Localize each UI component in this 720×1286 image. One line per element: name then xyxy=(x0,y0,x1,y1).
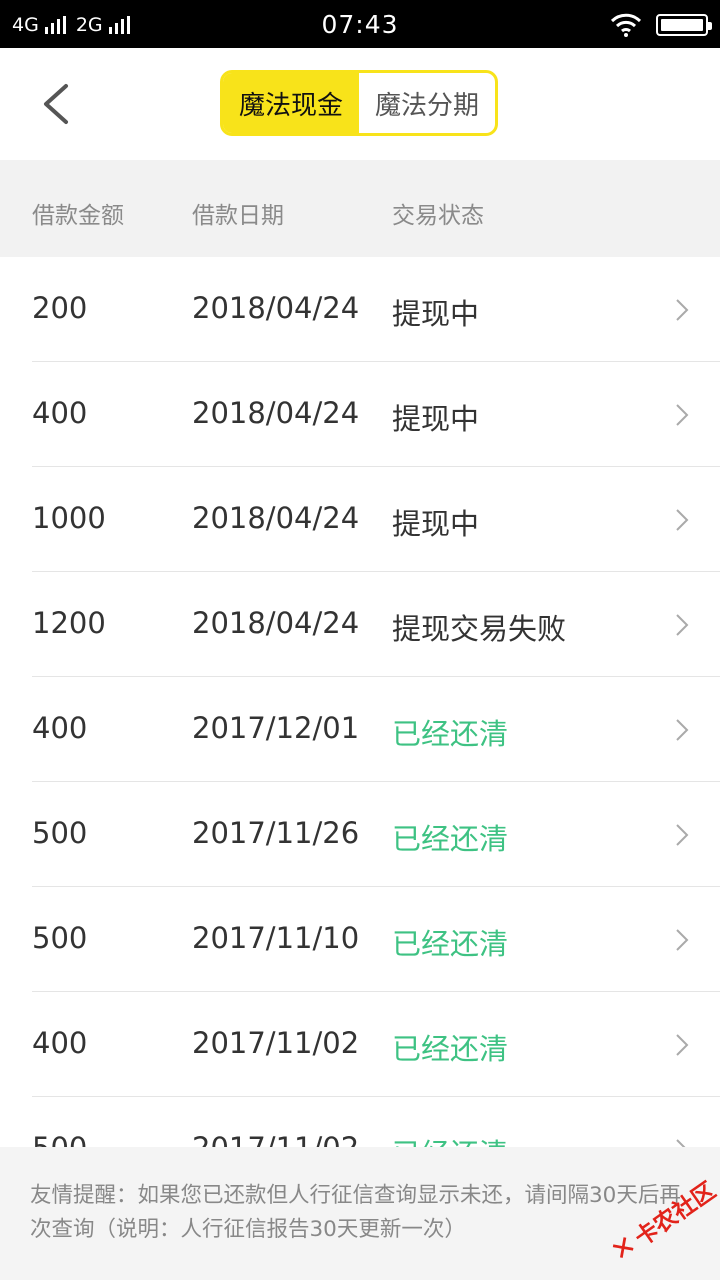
back-arrow-icon[interactable] xyxy=(30,78,82,130)
table-row[interactable]: 400 2017/12/01 已经还清 xyxy=(0,677,720,782)
table-row[interactable]: 400 2017/11/02 已经还清 xyxy=(0,992,720,1097)
loan-date: 2018/04/24 xyxy=(192,291,360,325)
loan-amount: 500 xyxy=(32,816,88,850)
tab-magic-cash[interactable]: 魔法现金 xyxy=(223,73,359,133)
nav-header: 魔法现金 魔法分期 xyxy=(0,48,720,160)
loan-date: 2017/11/02 xyxy=(192,1131,359,1147)
table-row[interactable]: 400 2018/04/24 提现中 xyxy=(0,362,720,467)
wifi-icon xyxy=(610,13,642,37)
column-status: 交易状态 xyxy=(392,203,484,229)
table-row[interactable]: 1200 2018/04/24 提现交易失败 xyxy=(0,572,720,677)
status-bar: 4G 2G 07:43 xyxy=(0,0,720,48)
chevron-right-icon xyxy=(676,719,689,741)
loan-date: 2017/11/02 xyxy=(192,1026,360,1060)
loan-status: 提现中 xyxy=(392,297,480,331)
loan-status: 已经还清 xyxy=(392,927,509,961)
chevron-right-icon xyxy=(676,824,689,846)
column-date: 借款日期 xyxy=(192,203,284,229)
loan-date: 2017/12/01 xyxy=(192,711,360,745)
table-row[interactable]: 500 2017/11/26 已经还清 xyxy=(0,782,720,887)
table-row[interactable]: 500 2017/11/02 已经还清 xyxy=(0,1097,720,1147)
loan-status: 提现交易失败 xyxy=(392,612,567,646)
chevron-right-icon xyxy=(676,1139,686,1147)
chevron-right-icon xyxy=(676,614,689,636)
product-tabs: 魔法现金 魔法分期 xyxy=(220,70,498,136)
loan-status: 已经还清 xyxy=(392,1032,509,1066)
loan-amount: 400 xyxy=(32,396,88,430)
loan-amount: 400 xyxy=(32,1026,88,1060)
column-amount: 借款金额 xyxy=(32,203,124,229)
status-icons xyxy=(610,10,712,40)
table-header: 借款金额 借款日期 交易状态 xyxy=(0,160,720,257)
loan-date: 2017/11/26 xyxy=(192,816,360,850)
loan-status: 已经还清 xyxy=(392,717,509,751)
loan-date: 2017/11/10 xyxy=(192,921,360,955)
loan-amount: 1000 xyxy=(32,501,106,535)
chevron-right-icon xyxy=(676,404,689,426)
chevron-right-icon xyxy=(676,299,689,321)
loan-amount: 1200 xyxy=(32,606,106,640)
loan-date: 2018/04/24 xyxy=(192,606,360,640)
loan-amount: 200 xyxy=(32,291,88,325)
loan-amount: 500 xyxy=(32,921,88,955)
loan-status: 已经还清 xyxy=(392,822,509,856)
tab-magic-installment[interactable]: 魔法分期 xyxy=(359,73,495,133)
loan-amount: 500 xyxy=(32,1131,87,1147)
table-row[interactable]: 1000 2018/04/24 提现中 xyxy=(0,467,720,572)
loan-status: 提现中 xyxy=(392,507,480,541)
chevron-right-icon xyxy=(676,509,689,531)
table-row[interactable]: 500 2017/11/10 已经还清 xyxy=(0,887,720,992)
loan-status: 已经还清 xyxy=(392,1131,508,1147)
battery-icon xyxy=(656,14,712,36)
chevron-right-icon xyxy=(676,929,689,951)
notice-text: 友情提醒：如果您已还款但人行征信查询显示未还，请间隔30天后再次查询（说明：人行… xyxy=(30,1183,681,1242)
loan-date: 2018/04/24 xyxy=(192,396,360,430)
loan-date: 2018/04/24 xyxy=(192,501,360,535)
chevron-right-icon xyxy=(676,1034,689,1056)
table-row[interactable]: 200 2018/04/24 提现中 xyxy=(0,257,720,362)
loan-status: 提现中 xyxy=(392,402,480,436)
loan-list[interactable]: 200 2018/04/24 提现中 400 2018/04/24 提现中 10… xyxy=(0,257,720,1147)
loan-amount: 400 xyxy=(32,711,88,745)
